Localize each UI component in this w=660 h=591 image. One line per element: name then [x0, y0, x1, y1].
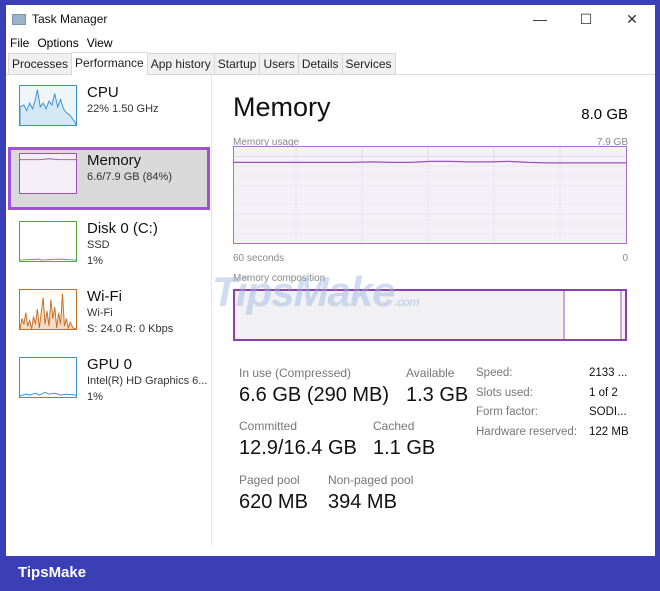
- memory-thumbnail-graph: [19, 153, 77, 194]
- detail-form-factor: Form factor: SODI...: [476, 406, 627, 418]
- tipsmake-watermark: TipsMake.com: [212, 268, 420, 315]
- x-axis-left-label: 60 seconds: [233, 253, 285, 264]
- close-button[interactable]: ✕: [609, 11, 655, 28]
- tab-bar: Processes Performance App history Startu…: [6, 52, 655, 75]
- sidebar-wifi-adapter: Wi-Fi: [87, 307, 113, 319]
- window-title: Task Manager: [32, 12, 108, 26]
- sidebar-gpu-name: GPU 0: [87, 356, 133, 373]
- stat-committed: Committed 12.9/16.4 GB: [239, 419, 357, 459]
- composition-cached-divider: [620, 291, 622, 339]
- title-bar: Task Manager — ☐ ✕: [6, 5, 655, 33]
- menu-file[interactable]: File: [10, 36, 29, 50]
- tab-users[interactable]: Users: [259, 53, 299, 74]
- sidebar-gpu-usage: 1%: [87, 391, 103, 403]
- tab-startup[interactable]: Startup: [213, 53, 261, 74]
- sidebar-disk-usage: 1%: [87, 255, 103, 267]
- x-axis-right-label: 0: [622, 253, 628, 264]
- detail-speed: Speed: 2133 ...: [476, 367, 628, 379]
- disk-thumbnail-graph: [19, 221, 77, 262]
- sidebar-item-wifi[interactable]: Wi-Fi Wi-Fi S: 24.0 R: 0 Kbps: [8, 283, 210, 346]
- tipsmake-footer-bar: TipsMake: [0, 556, 660, 591]
- stat-paged-pool: Paged pool 620 MB: [239, 473, 308, 513]
- maximize-button[interactable]: ☐: [563, 11, 609, 28]
- stat-non-paged-pool: Non-paged pool 394 MB: [328, 473, 414, 513]
- menu-options[interactable]: Options: [37, 36, 78, 50]
- memory-usage-area: [234, 161, 626, 243]
- composition-free-segment: [565, 291, 622, 339]
- gpu-thumbnail-graph: [19, 357, 77, 398]
- minimize-button[interactable]: —: [517, 11, 563, 28]
- stat-cached: Cached 1.1 GB: [373, 419, 436, 459]
- tipsmake-logo: TipsMake: [18, 564, 87, 581]
- sidebar-memory-name: Memory: [87, 152, 142, 169]
- sidebar-disk-type: SSD: [87, 239, 110, 251]
- memory-usage-graph: [229, 146, 627, 244]
- resource-sidebar: CPU 22% 1.50 GHz Memory 6.6/7.9 GB (84%) D…: [6, 75, 212, 545]
- sidebar-item-cpu[interactable]: CPU 22% 1.50 GHz: [8, 79, 210, 142]
- tab-app-history[interactable]: App history: [146, 53, 215, 74]
- task-manager-icon: [12, 13, 26, 25]
- sidebar-cpu-name: CPU: [87, 84, 119, 101]
- page-title: Memory: [233, 92, 331, 122]
- sidebar-gpu-model: Intel(R) HD Graphics 6...: [87, 375, 208, 387]
- tab-details[interactable]: Details: [297, 53, 343, 74]
- cpu-thumbnail-graph: [19, 85, 77, 126]
- tab-processes[interactable]: Processes: [8, 53, 73, 74]
- sidebar-wifi-throughput: S: 24.0 R: 0 Kbps: [87, 323, 174, 335]
- tab-services[interactable]: Services: [341, 53, 396, 74]
- detail-hardware-reserved: Hardware reserved: 122 MB: [476, 426, 629, 438]
- stat-in-use: In use (Compressed) 6.6 GB (290 MB): [239, 366, 390, 406]
- tab-performance[interactable]: Performance: [71, 52, 148, 75]
- stat-available: Available 1.3 GB: [406, 366, 469, 406]
- sidebar-memory-usage: 6.6/7.9 GB (84%): [87, 171, 172, 183]
- menu-view[interactable]: View: [87, 36, 113, 50]
- sidebar-item-disk[interactable]: Disk 0 (C:) SSD 1%: [8, 215, 210, 278]
- sidebar-item-gpu[interactable]: GPU 0 Intel(R) HD Graphics 6... 1%: [8, 351, 210, 414]
- menu-bar: File Options View: [6, 33, 655, 53]
- sidebar-item-memory[interactable]: Memory 6.6/7.9 GB (84%): [8, 147, 210, 210]
- detail-slots-used: Slots used: 1 of 2: [476, 387, 618, 399]
- sidebar-cpu-usage: 22% 1.50 GHz: [87, 103, 159, 115]
- sidebar-wifi-name: Wi-Fi: [87, 288, 122, 305]
- wifi-thumbnail-graph: [19, 289, 77, 330]
- sidebar-disk-name: Disk 0 (C:): [87, 220, 158, 237]
- memory-total: 8.0 GB: [581, 106, 628, 123]
